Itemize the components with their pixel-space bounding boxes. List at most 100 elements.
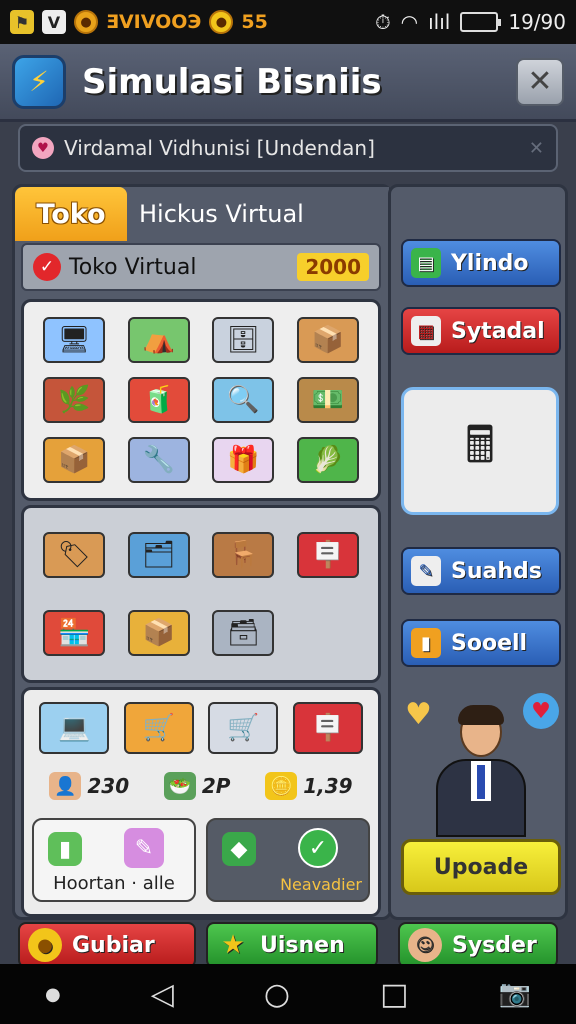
shop-item[interactable]: 🗄 bbox=[201, 310, 286, 370]
shop-item[interactable]: ⛺ bbox=[117, 310, 202, 370]
page-title: Simulasi Bisniis bbox=[82, 61, 382, 102]
side-button-label: Sytadal bbox=[451, 318, 545, 344]
shop-item[interactable]: 🔧 bbox=[117, 430, 202, 490]
shop-item[interactable]: 💻 bbox=[39, 702, 110, 754]
market-stall-icon: ⛺ bbox=[127, 317, 190, 363]
tab-toko[interactable]: Toko bbox=[15, 187, 127, 241]
screenshot-icon[interactable]: 📷 bbox=[499, 979, 531, 1009]
character-icon: ☺ bbox=[408, 928, 442, 962]
shop-count-badge: 2000 bbox=[297, 253, 369, 281]
shop-item[interactable]: 🎁 bbox=[201, 430, 286, 490]
price-row: 👤 230 🥗 2P 🪙 1,39 bbox=[32, 772, 370, 800]
dismiss-icon[interactable]: ✕ bbox=[529, 138, 544, 159]
avatar bbox=[436, 705, 526, 837]
shop-item[interactable]: 🏪 bbox=[32, 594, 117, 672]
shop-item[interactable]: 🌿 bbox=[32, 370, 117, 430]
price-value: 230 bbox=[87, 774, 130, 798]
food-icon: 🥗 bbox=[163, 772, 196, 800]
shop-items-grid-2: 🏷 🗂 🪑 🪧 🏪 📦 🗃 bbox=[21, 505, 381, 683]
price-value: 2P bbox=[201, 774, 231, 798]
bottom-button-gubiar[interactable]: ● Gubiar bbox=[18, 922, 196, 968]
kiosk-icon: 🖥 bbox=[43, 317, 106, 363]
side-button-suahds[interactable]: ✎ Suahds bbox=[401, 547, 561, 595]
gold-icon: ● bbox=[209, 10, 234, 34]
shop-item[interactable]: 🖥 bbox=[32, 310, 117, 370]
shop-item[interactable]: 🏷 bbox=[32, 516, 117, 594]
option-card[interactable]: ▮ ✎ Hoortan · alle bbox=[32, 818, 196, 902]
shop-item[interactable]: 🛒 bbox=[208, 702, 279, 754]
pen-icon: ✎ bbox=[124, 828, 164, 868]
plant-stand-icon: 🌿 bbox=[43, 377, 106, 423]
shop-item[interactable]: 🗃 bbox=[201, 594, 286, 672]
receipt-icon: ▦ bbox=[411, 316, 441, 346]
storefront-icon: 🏪 bbox=[43, 610, 106, 656]
register-icon: 🗄 bbox=[212, 317, 275, 363]
shop-item[interactable]: 📦 bbox=[286, 310, 371, 370]
side-button-sooell[interactable]: ▮ Sooell bbox=[401, 619, 561, 667]
side-button-ylindo[interactable]: ▤ Ylindo bbox=[401, 239, 561, 287]
shop-item[interactable]: 🗂 bbox=[117, 516, 202, 594]
battery-icon bbox=[460, 12, 502, 32]
bottom-button-label: Gubiar bbox=[72, 932, 155, 958]
shop-item[interactable]: 📦 bbox=[117, 594, 202, 672]
coin-icon: ● bbox=[74, 10, 98, 34]
shop-item[interactable]: 🥬 bbox=[286, 430, 371, 490]
signal-text: ılıl bbox=[428, 10, 451, 34]
cash-register-preview[interactable]: 🖩 bbox=[401, 387, 559, 515]
back-icon[interactable]: ◁ bbox=[151, 977, 174, 1012]
clock: 19/90 bbox=[508, 10, 566, 34]
status-bar: ⚑ V ● ƎVIVOOЭ ● 55 ⏱ ◠ ılıl 19/90 bbox=[0, 0, 576, 44]
bottom-button-uisnen[interactable]: ★ Uisnen bbox=[206, 922, 378, 968]
shop-item[interactable]: 🛒 bbox=[123, 702, 194, 754]
upgrade-button[interactable]: Upoade bbox=[401, 839, 561, 895]
check-icon: ✓ bbox=[33, 253, 61, 281]
star-icon: ★ bbox=[221, 930, 245, 960]
close-icon: ✕ bbox=[527, 64, 553, 99]
side-button-sytadal[interactable]: ▦ Sytadal bbox=[401, 307, 561, 355]
shop-item[interactable]: 🪧 bbox=[286, 516, 371, 594]
shop-item[interactable]: 💵 bbox=[286, 370, 371, 430]
home-icon[interactable]: ○ bbox=[264, 977, 290, 1012]
shop-item[interactable]: 🪧 bbox=[292, 702, 363, 754]
close-button[interactable]: ✕ bbox=[516, 57, 564, 106]
sign-icon: 🪧 bbox=[296, 532, 359, 578]
price-item: 🪙 1,39 bbox=[265, 772, 353, 800]
counter-icon: 📦 bbox=[296, 317, 359, 363]
cash-register-icon: 🖩 bbox=[465, 415, 495, 474]
shop-item[interactable]: 🔍 bbox=[201, 370, 286, 430]
shopping-cart-icon: 🛒 bbox=[208, 702, 279, 754]
pencil-icon: ✎ bbox=[411, 556, 441, 586]
notification-icon: ⚑ bbox=[10, 10, 34, 34]
shop-item[interactable]: 📦 bbox=[32, 430, 117, 490]
price-item: 👤 230 bbox=[49, 772, 129, 800]
shop-panel: Toko Hickus Virtual ✓ Toko Virtual 2000 … bbox=[12, 184, 392, 920]
vending-icon: 🧃 bbox=[127, 377, 190, 423]
alarm-icon: ⏱ bbox=[375, 10, 391, 34]
shop-header-bar: ✓ Toko Virtual 2000 bbox=[21, 243, 381, 291]
app-logo-icon: ⚡ bbox=[12, 54, 66, 109]
app-header: ⚡ Simulasi Bisniis ✕ bbox=[0, 44, 576, 122]
bottom-button-label: Uisnen bbox=[260, 932, 345, 958]
side-button-label: Suahds bbox=[451, 558, 542, 584]
display-rack-icon: 🗂 bbox=[127, 532, 190, 578]
card-icon: ▮ bbox=[411, 628, 441, 658]
notice-bar[interactable]: ♥ Virdamal Vidhunisi [Undendan] ✕ bbox=[18, 124, 558, 172]
confirm-card[interactable]: ◆ ✓ Neavadier bbox=[206, 818, 370, 902]
coins-text: ƎVIVOOЭ bbox=[106, 11, 202, 33]
wifi-icon: ◠ bbox=[400, 10, 419, 34]
crates-icon: 📦 bbox=[43, 437, 106, 483]
tab-bar: Toko Hickus Virtual bbox=[15, 187, 389, 241]
shopping-cart-icon: 🛒 bbox=[123, 702, 194, 754]
shop-item[interactable]: 🪑 bbox=[201, 516, 286, 594]
recents-icon[interactable]: □ bbox=[380, 977, 408, 1012]
bottom-button-sysder[interactable]: ☺ Sysder bbox=[398, 922, 558, 968]
confirm-card-label: Neavadier bbox=[280, 875, 362, 894]
coin-icon: ● bbox=[28, 928, 62, 962]
storage-bin-icon: 🗃 bbox=[212, 610, 275, 656]
dot-icon[interactable]: ● bbox=[45, 984, 61, 1005]
tab-hickus-virtual[interactable]: Hickus Virtual bbox=[127, 187, 389, 241]
shop-item[interactable]: 🧃 bbox=[117, 370, 202, 430]
shelf-icon: 🏷 bbox=[43, 532, 106, 578]
document-icon: ▤ bbox=[411, 248, 441, 278]
option-card-label: Hoortan · alle bbox=[53, 873, 175, 894]
